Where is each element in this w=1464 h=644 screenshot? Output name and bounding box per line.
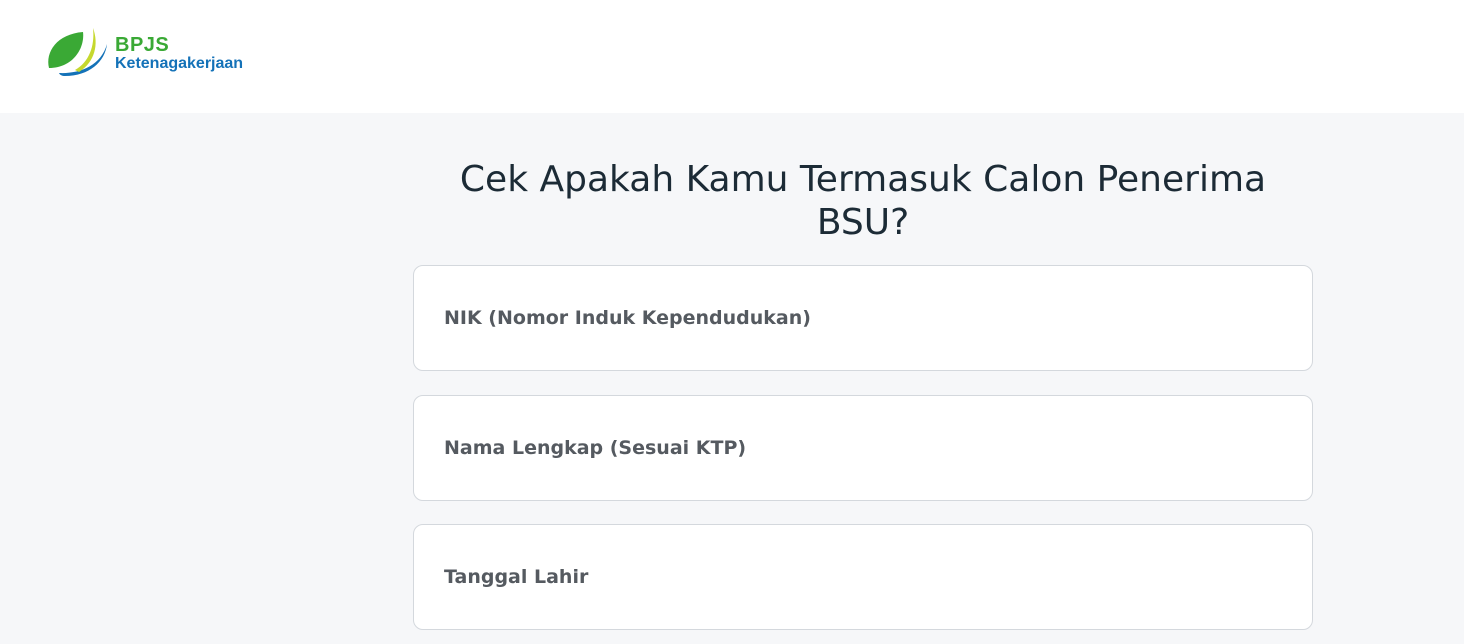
bpjs-logo[interactable]: BPJS Ketenagakerjaan [45,26,275,78]
main-content: Cek Apakah Kamu Termasuk Calon Penerima … [0,113,1464,644]
site-header: BPJS Ketenagakerjaan [0,0,1464,113]
birth-date-field[interactable]: Tanggal Lahir [413,524,1313,630]
page-title: Cek Apakah Kamu Termasuk Calon Penerima … [459,159,1267,243]
birth-date-field-label: Tanggal Lahir [444,566,589,588]
logo-brand-text: BPJS [115,34,170,56]
full-name-field[interactable]: Nama Lengkap (Sesuai KTP) [413,395,1313,501]
full-name-field-label: Nama Lengkap (Sesuai KTP) [444,437,747,459]
bpjs-leaf-icon [48,28,107,76]
nik-field-label: NIK (Nomor Induk Kependudukan) [444,307,811,329]
nik-field[interactable]: NIK (Nomor Induk Kependudukan) [413,265,1313,371]
logo-sub-text: Ketenagakerjaan [115,55,244,72]
